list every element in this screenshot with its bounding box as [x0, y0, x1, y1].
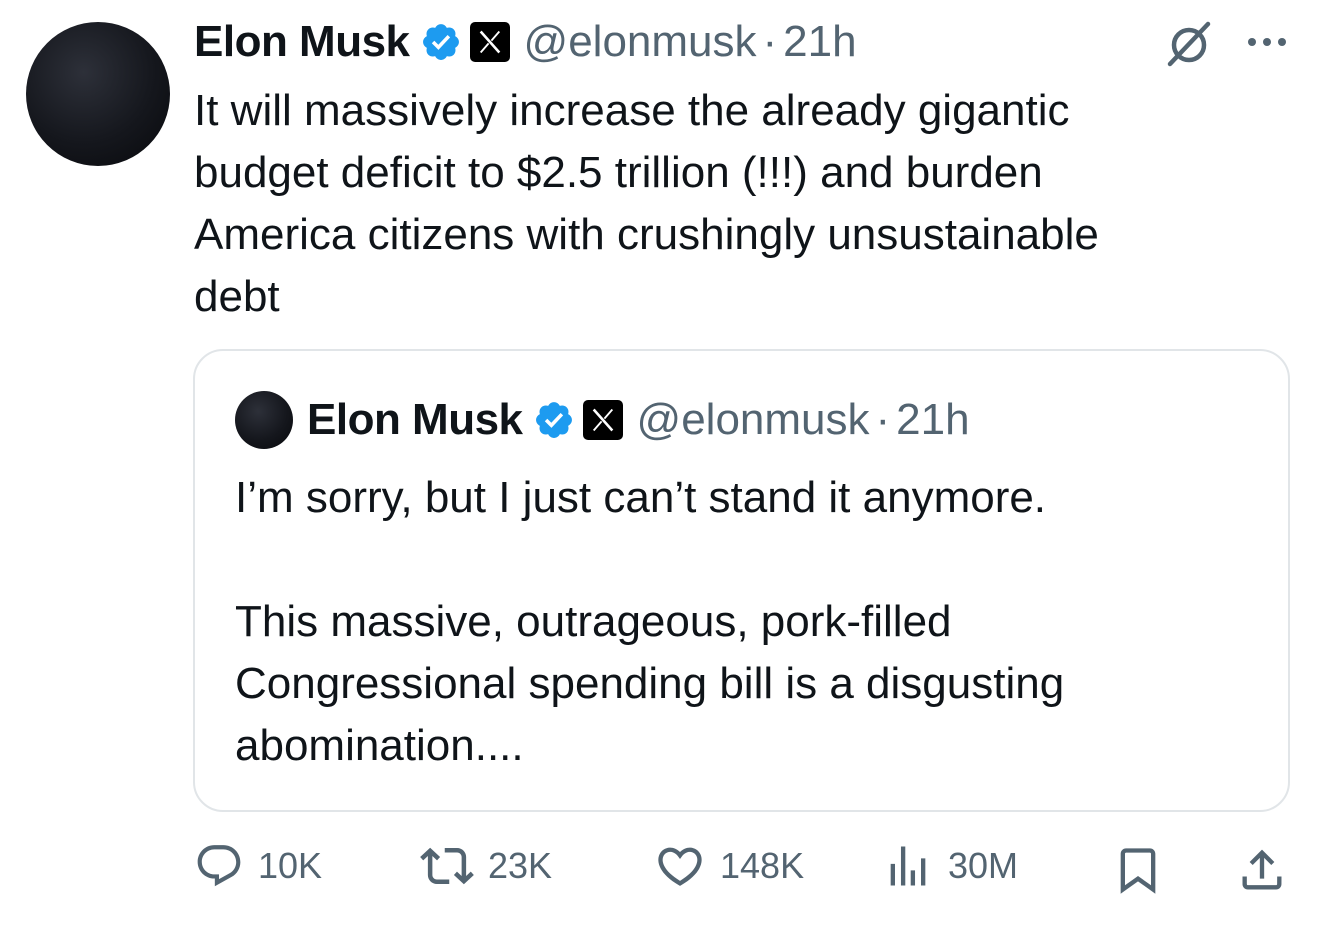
views-button[interactable]: 30M	[882, 838, 1018, 894]
tweet-text: It will massively increase the already g…	[194, 80, 1284, 328]
quoted-author-name: Elon Musk	[307, 395, 523, 444]
quoted-tweet-header: Elon Musk @elonmusk · 21h	[235, 391, 970, 449]
separator-dot: ·	[762, 17, 778, 66]
quoted-text-line: I’m sorry, but I just can’t stand it any…	[235, 473, 1047, 522]
reply-icon	[197, 845, 241, 887]
tweet-text-line: It will massively increase the already g…	[194, 86, 1070, 135]
quoted-author-handle: @elonmusk	[636, 395, 870, 444]
reply-button[interactable]: 10K	[194, 838, 322, 894]
quoted-text-line: This massive, outrageous, pork-filled	[235, 597, 952, 646]
quoted-text-line: abomination....	[235, 721, 524, 770]
share-icon[interactable]	[1236, 844, 1288, 896]
like-button[interactable]: 148K	[654, 838, 804, 894]
quoted-tweet-card[interactable]: Elon Musk @elonmusk · 21h I’m sorry, but…	[193, 349, 1290, 812]
author-handle[interactable]: @elonmusk	[524, 17, 757, 67]
verified-badge-icon	[422, 24, 459, 60]
action-bar: 10K 23K 148K 30M	[0, 838, 1320, 894]
analytics-icon	[890, 846, 926, 886]
repost-button[interactable]: 23K	[420, 838, 552, 894]
paragraph-spacer	[235, 529, 1255, 591]
author-name[interactable]: Elon Musk	[194, 17, 410, 67]
tweet-timestamp[interactable]: 21h	[783, 17, 856, 67]
quoted-tweet-text: I’m sorry, but I just can’t stand it any…	[235, 467, 1255, 777]
quoted-text-line: Congressional spending bill is a disgust…	[235, 659, 1065, 708]
tweet-text-line: debt	[194, 272, 280, 321]
x-logo-icon	[582, 400, 623, 440]
like-count: 148K	[720, 845, 805, 886]
repost-count: 23K	[488, 845, 553, 886]
heart-icon	[658, 847, 702, 886]
separator-dot: ·	[875, 395, 891, 444]
bookmark-icon[interactable]	[1112, 844, 1164, 896]
tweet-header: Elon Musk @elonmusk · 21h	[194, 14, 857, 70]
grok-icon[interactable]	[1162, 16, 1216, 70]
repost-icon	[420, 847, 474, 885]
more-icon[interactable]	[1244, 28, 1290, 56]
verified-badge-icon	[535, 402, 572, 438]
reply-count: 10K	[258, 845, 323, 886]
author-avatar[interactable]	[26, 22, 170, 166]
quoted-tweet-timestamp: 21h	[896, 395, 970, 444]
x-logo-icon	[469, 22, 510, 62]
views-count: 30M	[948, 845, 1019, 886]
quoted-author-avatar	[235, 391, 293, 449]
tweet-text-line: budget deficit to $2.5 trillion (!!!) an…	[194, 148, 1043, 197]
tweet-text-line: America citizens with crushingly unsusta…	[194, 210, 1099, 259]
